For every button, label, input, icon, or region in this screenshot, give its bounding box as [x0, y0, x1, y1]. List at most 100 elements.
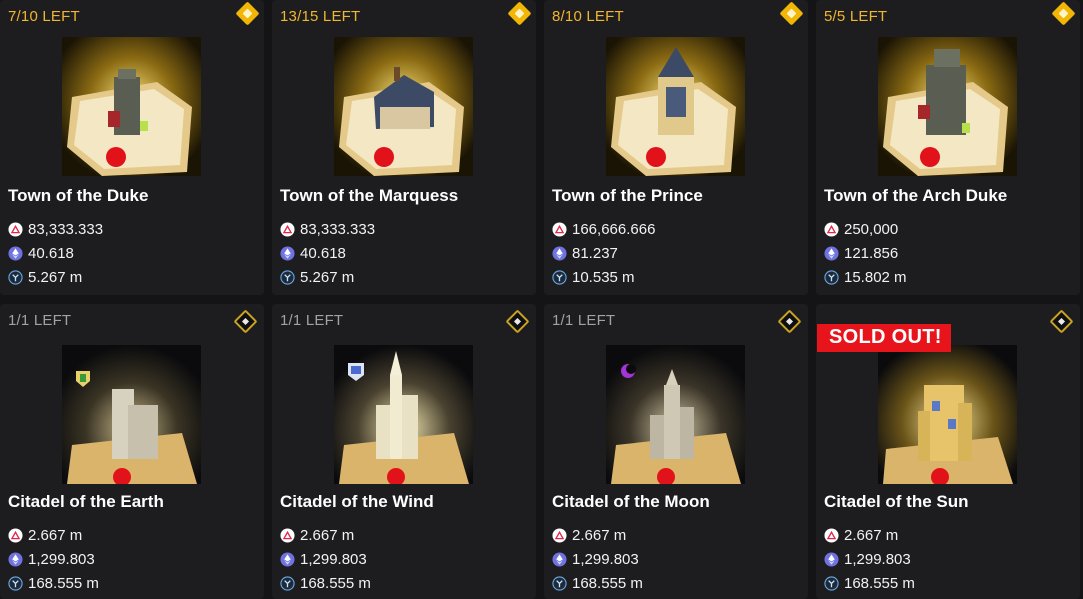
- red-triangle-token-icon: [552, 527, 567, 543]
- remaining-count: 7/10 LEFT: [8, 8, 80, 25]
- price-primary: 166,666.666: [552, 217, 655, 241]
- dark-diamond-icon: [505, 309, 530, 334]
- sold-out-badge: SOLD OUT!: [817, 324, 951, 352]
- price-list: 2.667 m 1,299.803 168.555 m: [824, 523, 915, 595]
- listing-card[interactable]: SOLD OUT! Citadel of the Sun 2.667 m 1,2…: [816, 304, 1080, 599]
- price-list: 83,333.333 40.618 5.267 m: [280, 217, 375, 289]
- price-primary: 2.667 m: [824, 523, 915, 547]
- price-eth: 40.618: [8, 241, 103, 265]
- citadel-artwork: [334, 345, 473, 484]
- listing-title: Citadel of the Earth: [8, 492, 164, 511]
- remaining-count: 5/5 LEFT: [824, 8, 888, 25]
- price-eth-value: 1,299.803: [28, 550, 95, 568]
- ethereum-icon: [8, 245, 23, 261]
- price-usd-value: 168.555 m: [300, 574, 371, 592]
- listing-card[interactable]: 5/5 LEFT Town of the Arch Duke 250,000 1…: [816, 0, 1080, 295]
- price-usd: 168.555 m: [8, 571, 99, 595]
- price-usd-value: 10.535 m: [572, 268, 635, 286]
- price-usd-value: 168.555 m: [844, 574, 915, 592]
- town-artwork: [334, 37, 473, 176]
- price-list: 2.667 m 1,299.803 168.555 m: [280, 523, 371, 595]
- gold-diamond-icon: [235, 1, 260, 26]
- price-primary-value: 2.667 m: [572, 526, 627, 544]
- dollar-coin-icon: [824, 269, 839, 285]
- citadel-sun-image: [878, 345, 1017, 484]
- citadel-earth-image: [62, 345, 201, 484]
- listing-card[interactable]: 1/1 LEFT Citadel of the Wind 2.667 m 1,2…: [272, 304, 536, 599]
- dollar-coin-icon: [280, 269, 295, 285]
- town-prince-image: [606, 37, 745, 176]
- town-artwork: [606, 37, 745, 176]
- listing-card[interactable]: 1/1 LEFT Citadel of the Moon 2.667 m 1,2…: [544, 304, 808, 599]
- price-eth: 81.237: [552, 241, 655, 265]
- price-list: 83,333.333 40.618 5.267 m: [8, 217, 103, 289]
- ethereum-icon: [824, 245, 839, 261]
- price-usd-value: 168.555 m: [572, 574, 643, 592]
- listing-title: Town of the Duke: [8, 186, 149, 205]
- ethereum-icon: [824, 551, 839, 567]
- town-artwork: [878, 37, 1017, 176]
- listing-card[interactable]: 8/10 LEFT Town of the Prince 166,666.666: [544, 0, 808, 295]
- listing-card[interactable]: 7/10 LEFT Town of the Duke 83,333.333 40…: [0, 0, 264, 295]
- listing-card[interactable]: 13/15 LEFT Town of the Marquess 83,333.3…: [272, 0, 536, 295]
- listing-title: Citadel of the Wind: [280, 492, 434, 511]
- remaining-count: 8/10 LEFT: [552, 8, 624, 25]
- listing-title: Town of the Marquess: [280, 186, 459, 205]
- price-eth: 1,299.803: [824, 547, 915, 571]
- gold-diamond-icon: [507, 1, 532, 26]
- listing-title: Town of the Arch Duke: [824, 186, 1008, 205]
- price-usd-value: 168.555 m: [28, 574, 99, 592]
- price-eth: 1,299.803: [8, 547, 99, 571]
- price-eth: 1,299.803: [280, 547, 371, 571]
- price-primary-value: 2.667 m: [300, 526, 355, 544]
- dollar-coin-icon: [280, 575, 295, 591]
- dollar-coin-icon: [552, 269, 567, 285]
- red-triangle-token-icon: [280, 527, 295, 543]
- price-eth: 121.856: [824, 241, 907, 265]
- price-eth-value: 40.618: [300, 244, 346, 262]
- price-primary-value: 2.667 m: [28, 526, 83, 544]
- red-triangle-token-icon: [824, 221, 839, 237]
- price-eth-value: 1,299.803: [572, 550, 639, 568]
- red-triangle-token-icon: [8, 527, 23, 543]
- remaining-count: 1/1 LEFT: [280, 312, 344, 329]
- town-arch-duke-image: [878, 37, 1017, 176]
- dollar-coin-icon: [8, 269, 23, 285]
- listing-title: Citadel of the Sun: [824, 492, 969, 511]
- red-triangle-token-icon: [280, 221, 295, 237]
- price-primary-value: 83,333.333: [28, 220, 104, 238]
- remaining-count: 1/1 LEFT: [8, 312, 72, 329]
- dark-diamond-icon: [1049, 309, 1074, 334]
- price-list: 166,666.666 81.237 10.535 m: [552, 217, 655, 289]
- price-eth-value: 1,299.803: [844, 550, 911, 568]
- red-triangle-token-icon: [8, 221, 23, 237]
- price-usd: 168.555 m: [280, 571, 371, 595]
- price-primary: 83,333.333: [280, 217, 375, 241]
- citadel-moon-image: [606, 345, 745, 484]
- town-duke-image: [62, 37, 201, 176]
- listing-card[interactable]: 1/1 LEFT Citadel of the Earth 2.667 m 1,…: [0, 304, 264, 599]
- price-list: 2.667 m 1,299.803 168.555 m: [552, 523, 643, 595]
- citadel-artwork: [606, 345, 745, 484]
- dollar-coin-icon: [8, 575, 23, 591]
- red-triangle-token-icon: [824, 527, 839, 543]
- price-primary: 83,333.333: [8, 217, 103, 241]
- listing-title: Citadel of the Moon: [552, 492, 710, 511]
- price-usd-value: 15.802 m: [844, 268, 907, 286]
- price-eth: 1,299.803: [552, 547, 643, 571]
- price-primary: 250,000: [824, 217, 907, 241]
- price-usd-value: 5.267 m: [300, 268, 355, 286]
- citadel-artwork: [62, 345, 201, 484]
- town-marquess-image: [334, 37, 473, 176]
- listing-title: Town of the Prince: [552, 186, 703, 205]
- gold-diamond-icon: [779, 1, 804, 26]
- price-primary-value: 166,666.666: [572, 220, 656, 238]
- price-eth-value: 121.856: [844, 244, 899, 262]
- price-primary: 2.667 m: [552, 523, 643, 547]
- price-list: 2.667 m 1,299.803 168.555 m: [8, 523, 99, 595]
- price-primary-value: 2.667 m: [844, 526, 899, 544]
- citadel-artwork: [878, 345, 1017, 484]
- price-primary-value: 83,333.333: [300, 220, 376, 238]
- price-primary: 2.667 m: [8, 523, 99, 547]
- price-usd: 5.267 m: [280, 265, 375, 289]
